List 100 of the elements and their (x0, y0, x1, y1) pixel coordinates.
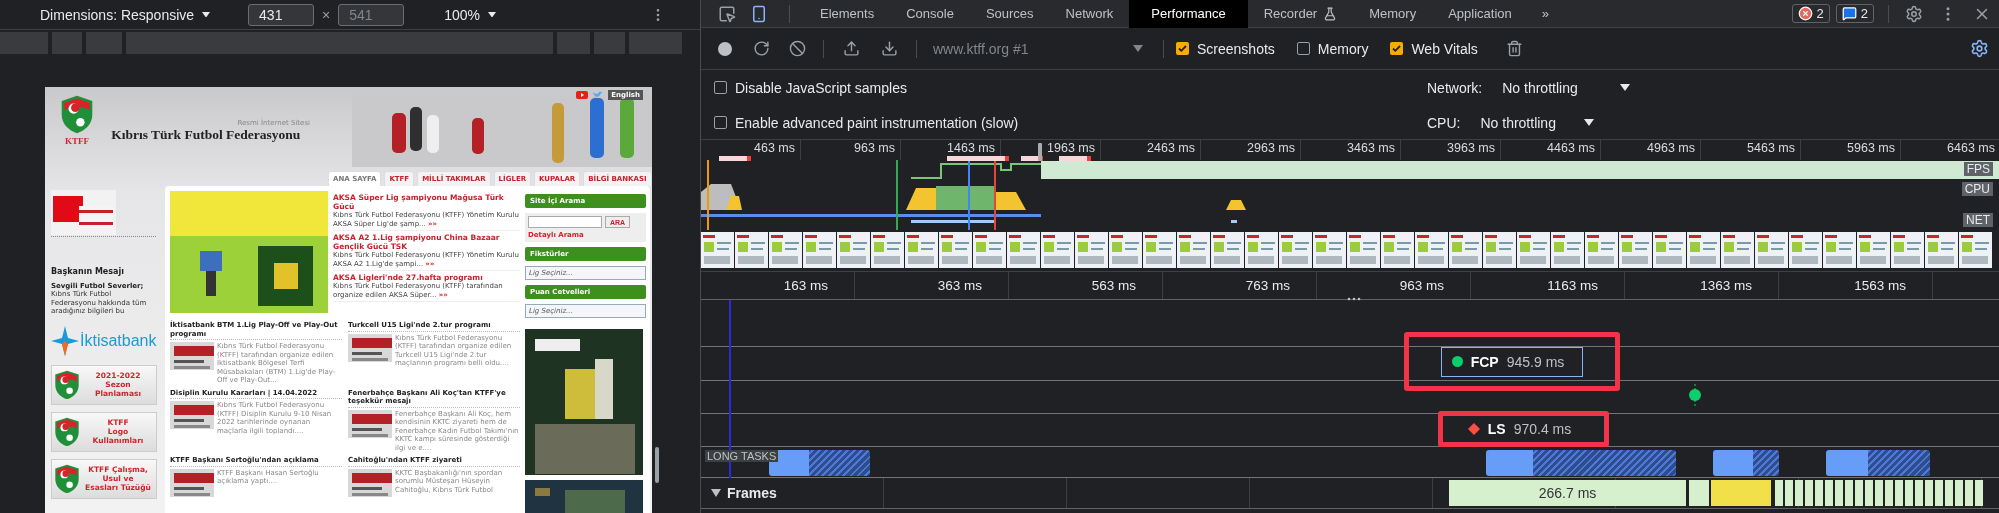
crest-logo (54, 416, 80, 447)
checkbox[interactable] (1390, 42, 1404, 55)
panel-tab[interactable]: Elements (804, 0, 891, 28)
panel-tab[interactable]: Memory (1353, 0, 1433, 28)
panel-tab[interactable]: Performance (1129, 0, 1248, 28)
reload-icon[interactable] (752, 40, 770, 57)
target-dropdown[interactable]: www.ktff.org #1 (925, 40, 1151, 57)
download-icon[interactable] (880, 40, 898, 57)
marker-time: 970.4 ms (1513, 421, 1572, 437)
throttling-dropdown[interactable]: No throttling (1502, 79, 1630, 96)
caret-icon (1583, 119, 1594, 126)
setting-checkbox[interactable]: Enable advanced paint instrumentation (slow) (714, 114, 1405, 131)
checkbox[interactable] (714, 81, 727, 94)
time-tick: 3463 ms (1301, 140, 1401, 160)
checkbox[interactable] (1176, 42, 1189, 55)
star-logo (51, 325, 79, 356)
device-icon[interactable] (750, 4, 768, 23)
time-tick: 963 ms (801, 140, 901, 160)
long-task-bar[interactable] (1826, 450, 1930, 476)
panel-tab[interactable]: Recorder (1247, 0, 1354, 28)
long-task-bar[interactable] (1486, 450, 1676, 476)
width-field[interactable]: 431 (248, 3, 315, 26)
marker-diamond-icon (1467, 423, 1480, 435)
more-tabs-button[interactable]: » (1527, 0, 1563, 28)
marker-label: LS (1487, 421, 1506, 437)
record-icon[interactable] (717, 40, 733, 57)
inspect-icon[interactable] (718, 4, 736, 23)
time-tick: 563 ms (1009, 272, 1163, 299)
time-tick: 363 ms (855, 272, 1009, 299)
checkbox[interactable] (1296, 42, 1310, 55)
times-sign: × (322, 6, 331, 23)
long-task-bar[interactable] (1713, 450, 1779, 476)
timing-marker[interactable]: FCP 945.9 ms (1440, 346, 1584, 377)
time-tick: 3963 ms (1401, 140, 1501, 160)
option-checkbox[interactable]: Screenshots (1176, 40, 1275, 57)
expand-icon[interactable] (711, 489, 721, 497)
timing-line (707, 160, 709, 230)
track-label: CPU (1961, 182, 1993, 196)
timing-marker[interactable]: LS 970.4 ms (1456, 414, 1591, 444)
dimensions-dropdown[interactable]: Dimensions: Responsive (40, 6, 195, 23)
timing-line (994, 160, 996, 230)
throttling-dropdown[interactable]: No throttling (1480, 114, 1594, 131)
option-checkbox[interactable]: Web Vitals (1390, 40, 1478, 57)
sponsor-logo-text: İktisatbank (80, 331, 157, 350)
marker-dot-icon (1451, 356, 1463, 367)
time-tick: 1363 ms (1625, 272, 1779, 299)
panel-tab[interactable]: Application (1432, 0, 1528, 28)
crest-logo (54, 369, 80, 400)
message-icon (1841, 6, 1857, 21)
bird-icon[interactable] (593, 91, 604, 99)
setting-checkbox[interactable]: Disable JavaScript samples (714, 79, 1405, 96)
issue-badge[interactable]: 2 (1835, 4, 1874, 23)
throttling-label: Network: (1427, 79, 1483, 96)
site-title: Kıbrıs Türk Futbol Federasyonu (111, 127, 302, 143)
caret-icon (488, 11, 497, 18)
caret-icon (1619, 84, 1630, 91)
timing-line (896, 160, 898, 230)
time-tick: 6463 ms (1901, 140, 1999, 160)
time-tick: 763 ms (1163, 272, 1317, 299)
trash-icon[interactable] (1506, 40, 1524, 57)
throttling-label: CPU: (1427, 114, 1461, 131)
checkbox[interactable] (714, 116, 727, 129)
time-tick: 1563 ms (1779, 272, 1933, 299)
crest-logo (54, 463, 80, 494)
resize-handle[interactable] (655, 447, 659, 483)
logo-text: KTFF (65, 136, 90, 147)
time-tick: 4963 ms (1601, 140, 1701, 160)
panel-tab[interactable]: Sources (969, 0, 1050, 28)
panel-tab[interactable]: Console (890, 0, 970, 28)
video-icon[interactable] (576, 91, 589, 99)
frame-bar[interactable]: 266.7 ms (1449, 480, 1686, 506)
marker-time: 945.9 ms (1506, 353, 1565, 370)
window-handle[interactable] (1038, 143, 1042, 161)
time-tick: 2963 ms (1201, 140, 1301, 160)
time-tick: 2463 ms (1101, 140, 1201, 160)
time-tick: 4463 ms (1501, 140, 1601, 160)
time-tick: 5963 ms (1801, 140, 1901, 160)
caret-icon (202, 11, 211, 18)
error-icon (1797, 6, 1813, 21)
crest-logo (60, 95, 95, 135)
section-heading: Başkanın Mesajı (51, 267, 125, 276)
timing-line (968, 160, 970, 230)
marker-dot-icon (1689, 384, 1701, 406)
settings-icon[interactable] (1905, 4, 1923, 23)
upload-icon[interactable] (842, 40, 860, 57)
clear-icon[interactable] (788, 40, 806, 57)
resize-grip-icon[interactable] (1347, 297, 1361, 301)
option-checkbox[interactable]: Memory (1296, 40, 1369, 57)
marker-label: FCP (1470, 353, 1499, 370)
time-tick: 1163 ms (1471, 272, 1625, 299)
track-label: NET (1963, 213, 1993, 227)
panel-tab[interactable]: Network (1049, 0, 1130, 28)
zoom-dropdown[interactable]: 100% (444, 6, 481, 23)
flask-icon (1323, 6, 1338, 21)
track-title: Frames (727, 485, 777, 501)
search-field[interactable] (528, 216, 602, 228)
track-label: LONG TASKS (705, 450, 779, 462)
settings-icon[interactable] (1969, 39, 1989, 58)
issue-badge[interactable]: 2 (1791, 4, 1830, 23)
track-label: FPS (1963, 162, 1993, 176)
